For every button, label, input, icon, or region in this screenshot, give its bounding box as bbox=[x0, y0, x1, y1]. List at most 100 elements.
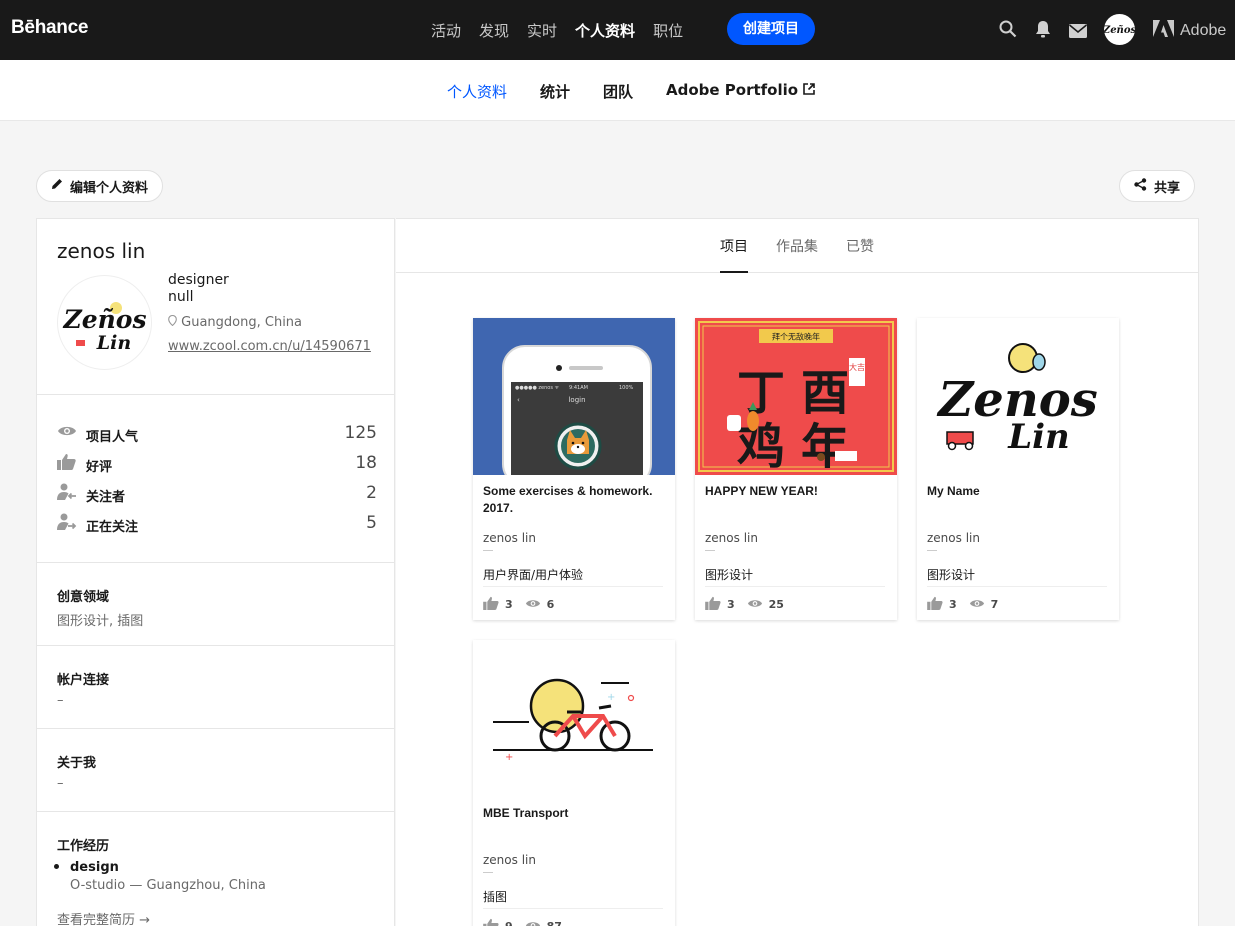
profile-name[interactable]: zenos lin bbox=[57, 239, 145, 263]
project-owner[interactable]: zenos lin bbox=[705, 531, 758, 545]
nav-live[interactable]: 实时 bbox=[527, 20, 557, 41]
ny-char: 酉 bbox=[801, 365, 849, 421]
profile-subnav: 个人资料 统计 团队 Adobe Portfolio bbox=[0, 60, 1235, 121]
profile-avatar: Zeños Lin bbox=[57, 275, 152, 370]
subnav-profile[interactable]: 个人资料 bbox=[447, 81, 507, 102]
sparkle-icon: + bbox=[607, 692, 615, 703]
eye-icon bbox=[525, 920, 541, 926]
active-tab-indicator bbox=[720, 271, 748, 273]
phone-time: 9:41AM bbox=[569, 385, 588, 391]
adobe-logo-icon bbox=[1153, 20, 1174, 42]
phone-title: login bbox=[568, 396, 585, 404]
subnav-team[interactable]: 团队 bbox=[603, 81, 633, 102]
project-thumbnail[interactable]: Zenos Lin bbox=[917, 318, 1119, 475]
list-bullet bbox=[54, 864, 59, 869]
view-resume-link[interactable]: 查看完整简历 → bbox=[57, 909, 150, 926]
divider bbox=[37, 562, 394, 563]
profile-sidebar: zenos lin Zeños Lin designer null Guangd… bbox=[36, 218, 395, 926]
nav-activity[interactable]: 活动 bbox=[431, 20, 461, 41]
location-text: Guangdong, China bbox=[181, 315, 303, 330]
search-icon[interactable] bbox=[999, 20, 1017, 42]
stat-value: 2 bbox=[366, 483, 377, 503]
stat-value: 125 bbox=[344, 423, 377, 443]
stat-label: 关注者 bbox=[86, 490, 126, 505]
project-card[interactable]: Zenos Lin My Name zenos lin 图形设计 3 7 bbox=[917, 318, 1119, 620]
stat-appreciations: 好评 18 bbox=[57, 453, 377, 475]
top-navigation-bar: Bēhance 活动 发现 实时 个人资料 职位 创建项目 Zeños Adob… bbox=[0, 0, 1235, 60]
stat-project-views: 项目人气 125 bbox=[57, 423, 377, 445]
nav-profile[interactable]: 个人资料 bbox=[575, 20, 635, 41]
work-place: O-studio — Guangzhou, China bbox=[70, 878, 266, 893]
project-thumbnail[interactable]: + + bbox=[473, 640, 675, 797]
edit-profile-button[interactable]: 编辑个人资料 bbox=[36, 170, 164, 202]
project-field[interactable]: 插图 bbox=[483, 888, 507, 905]
project-stats: 3 7 bbox=[927, 596, 998, 613]
eye-icon bbox=[57, 423, 77, 442]
views-count: 87 bbox=[547, 920, 562, 926]
banner-text: 拜个无敌晚年 bbox=[772, 332, 820, 342]
likes-count: 3 bbox=[949, 598, 957, 611]
thumbs-up-icon bbox=[927, 596, 943, 613]
tab-collections[interactable]: 作品集 bbox=[776, 236, 818, 256]
separator bbox=[483, 872, 493, 873]
pencil-icon bbox=[51, 178, 63, 194]
project-owner[interactable]: zenos lin bbox=[927, 531, 980, 545]
project-title[interactable]: MBE Transport bbox=[483, 805, 667, 822]
project-card[interactable]: + + MBE Transport zenos lin 插图 9 87 bbox=[473, 640, 675, 926]
project-thumbnail[interactable]: ●●●●● zenos ᯤ 9:41AM 100% ‹ login bbox=[473, 318, 675, 475]
project-field[interactable]: 图形设计 bbox=[927, 566, 975, 583]
tab-projects[interactable]: 项目 bbox=[720, 236, 748, 256]
project-field[interactable]: 用户界面/用户体验 bbox=[483, 566, 583, 583]
project-title[interactable]: Some exercises & homework. 2017. bbox=[483, 483, 667, 517]
stat-followers: 关注者 2 bbox=[57, 483, 377, 505]
project-stats: 9 87 bbox=[483, 918, 562, 926]
behance-logo[interactable]: Bēhance bbox=[11, 17, 88, 39]
project-card[interactable]: 拜个无敌晚年 丁 酉 鸡 年 大吉 HAPPY NEW YEAR! zenos … bbox=[695, 318, 897, 620]
user-avatar[interactable]: Zeños bbox=[1104, 14, 1135, 45]
project-owner[interactable]: zenos lin bbox=[483, 853, 536, 867]
ny-char: 丁 bbox=[737, 365, 785, 421]
mail-icon[interactable] bbox=[1068, 23, 1088, 42]
bell-icon[interactable] bbox=[1035, 20, 1051, 42]
divider bbox=[927, 586, 1107, 587]
phone-carrier: ●●●●● zenos ᯤ bbox=[515, 385, 560, 391]
project-card[interactable]: ●●●●● zenos ᯤ 9:41AM 100% ‹ login Some e… bbox=[473, 318, 675, 620]
views-count: 6 bbox=[546, 598, 555, 611]
stat-label: 正在关注 bbox=[86, 520, 139, 535]
eye-icon bbox=[525, 598, 541, 612]
account-links-value: – bbox=[57, 693, 64, 708]
logo-line2: Lin bbox=[1007, 417, 1070, 457]
adobe-link[interactable]: Adobe bbox=[1153, 20, 1226, 42]
project-title[interactable]: HAPPY NEW YEAR! bbox=[705, 483, 889, 500]
subnav-adobe-portfolio[interactable]: Adobe Portfolio bbox=[666, 81, 816, 99]
eye-icon bbox=[747, 598, 763, 612]
divider bbox=[705, 586, 885, 587]
project-title[interactable]: My Name bbox=[927, 483, 1111, 500]
nav-discover[interactable]: 发现 bbox=[479, 20, 509, 41]
likes-count: 3 bbox=[505, 598, 513, 611]
phone-battery: 100% bbox=[619, 385, 634, 391]
divider bbox=[483, 586, 663, 587]
profile-website-link[interactable]: www.zcool.com.cn/u/14590671 bbox=[168, 339, 371, 354]
stat-value: 18 bbox=[355, 453, 377, 473]
project-field[interactable]: 图形设计 bbox=[705, 566, 753, 583]
views-count: 7 bbox=[990, 598, 999, 611]
project-owner[interactable]: zenos lin bbox=[483, 531, 536, 545]
ny-char: 年 bbox=[801, 419, 849, 475]
thumbs-up-icon bbox=[57, 453, 76, 474]
stat-label: 项目人气 bbox=[86, 430, 139, 445]
stat-following: 正在关注 5 bbox=[57, 513, 377, 535]
separator bbox=[705, 550, 715, 551]
work-role: design bbox=[70, 860, 119, 875]
divider bbox=[37, 394, 394, 395]
project-thumbnail[interactable]: 拜个无敌晚年 丁 酉 鸡 年 大吉 bbox=[695, 318, 897, 475]
edit-profile-label: 编辑个人资料 bbox=[70, 180, 149, 196]
views-count: 25 bbox=[768, 598, 784, 611]
share-button[interactable]: 共享 bbox=[1119, 170, 1196, 202]
create-project-button[interactable]: 创建项目 bbox=[727, 13, 815, 45]
project-stats: 3 6 bbox=[483, 596, 554, 613]
nav-jobs[interactable]: 职位 bbox=[653, 20, 683, 41]
subnav-stats[interactable]: 统计 bbox=[540, 81, 570, 102]
profile-company: null bbox=[168, 289, 194, 305]
tab-appreciated[interactable]: 已赞 bbox=[846, 236, 874, 256]
